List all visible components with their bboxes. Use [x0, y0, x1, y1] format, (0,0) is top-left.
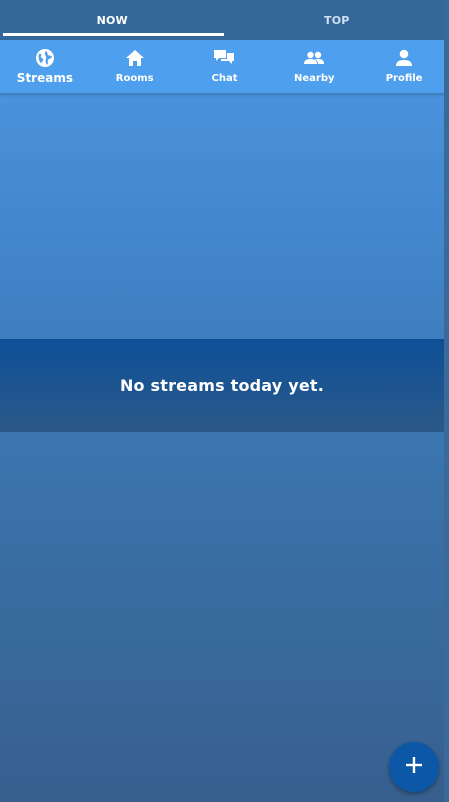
app-screen: NOW TOP Streams Rooms Chat Nearby Profil…	[0, 0, 449, 802]
main-nav-bar: Streams Rooms Chat Nearby Profile	[0, 40, 449, 93]
nav-item-chat-label: Chat	[211, 73, 238, 84]
tab-top[interactable]: TOP	[225, 0, 449, 40]
scrollbar-track	[444, 0, 449, 802]
globe-icon	[34, 47, 56, 69]
top-tab-bar: NOW TOP	[0, 0, 449, 40]
home-icon	[124, 47, 146, 69]
chat-icon	[213, 47, 235, 69]
empty-state-message: No streams today yet.	[119, 376, 325, 395]
nav-item-nearby[interactable]: Nearby	[269, 40, 359, 93]
nav-item-profile-label: Profile	[385, 73, 423, 84]
add-stream-button[interactable]	[389, 742, 439, 792]
nav-item-profile[interactable]: Profile	[359, 40, 449, 93]
person-icon	[393, 47, 415, 69]
nav-item-nearby-label: Nearby	[294, 73, 335, 84]
tab-top-label: TOP	[323, 13, 350, 27]
tab-now-label: NOW	[96, 13, 128, 27]
nav-item-streams-label: Streams	[16, 71, 73, 85]
people-icon	[303, 47, 325, 69]
nav-item-chat[interactable]: Chat	[180, 40, 270, 93]
active-tab-indicator	[3, 33, 224, 36]
nav-item-rooms[interactable]: Rooms	[90, 40, 180, 93]
nav-item-streams[interactable]: Streams	[0, 40, 90, 93]
empty-state-banner: No streams today yet.	[0, 339, 444, 432]
plus-icon	[404, 755, 424, 779]
nav-item-rooms-label: Rooms	[115, 73, 154, 84]
